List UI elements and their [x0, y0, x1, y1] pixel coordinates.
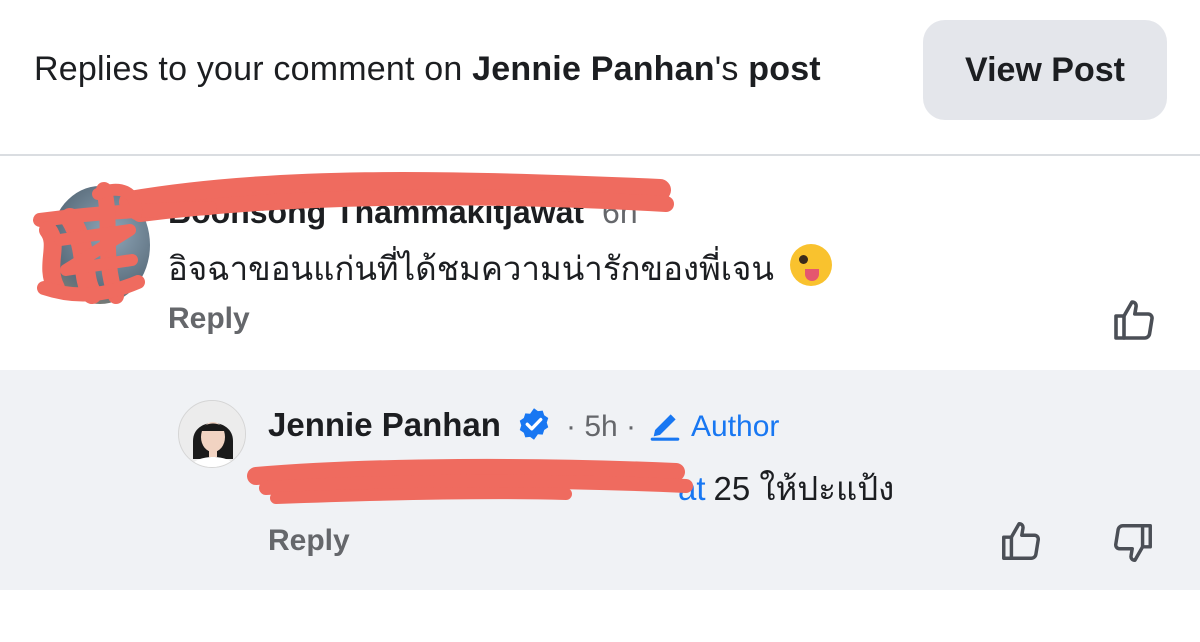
thumbs-up-icon[interactable]: [998, 518, 1044, 564]
comment-text: อิจฉาขอนแก่นที่ได้ชมความน่ารักของพี่เจน: [168, 242, 832, 295]
header-prefix: Replies to your comment on: [34, 50, 473, 88]
view-post-button[interactable]: View Post: [923, 20, 1167, 120]
thumbs-up-icon[interactable]: [1110, 296, 1158, 344]
reply-reply-button[interactable]: Reply: [268, 524, 350, 558]
commenter-name[interactable]: Boonsong Thammakitjawat 6h: [168, 194, 638, 231]
commenter-name-text[interactable]: Boonsong Thammakitjawat: [168, 194, 584, 230]
notification-header: Replies to your comment on Jennie Panhan…: [0, 0, 1200, 154]
reply-author-name[interactable]: Jennie Panhan: [268, 406, 501, 444]
header-title: Replies to your comment on Jennie Panhan…: [34, 50, 821, 89]
pencil-icon: [650, 414, 680, 441]
reply-text-body: 25 ให้ปะแป้ง: [713, 470, 895, 507]
commenter-avatar[interactable]: [50, 186, 150, 304]
verified-badge-icon: [519, 408, 549, 440]
thumbs-down-icon[interactable]: [1110, 520, 1156, 566]
reply-text: at 25 ให้ปะแป้ง: [268, 462, 894, 515]
reply-author-avatar[interactable]: [178, 400, 246, 468]
comment-text-body: อิจฉาขอนแก่นที่ได้ชมความน่ารักของพี่เจน: [168, 250, 774, 287]
header-possessive: 's: [714, 50, 749, 88]
mention-link[interactable]: at: [678, 470, 706, 507]
author-badge: Author: [691, 410, 780, 443]
author-reply: Jennie Panhan · 5h · Author at 25 ให้ปะแป…: [0, 370, 1200, 590]
original-comment: Boonsong Thammakitjawat 6h อิจฉาขอนแก่นที…: [0, 156, 1200, 370]
header-post-author[interactable]: Jennie Panhan: [472, 50, 715, 88]
reply-time: · 5h ·: [566, 410, 637, 443]
header-post-word: post: [748, 50, 821, 88]
comment-time: 6h: [602, 194, 638, 230]
bottom-spacer: [0, 590, 1200, 642]
zany-face-emoji-icon: [789, 244, 832, 286]
comment-reply-button[interactable]: Reply: [168, 302, 250, 336]
